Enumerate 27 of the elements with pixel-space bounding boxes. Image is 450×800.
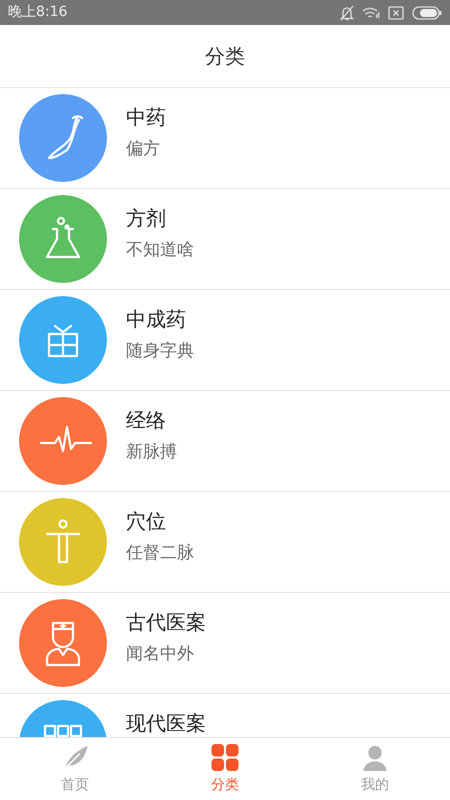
battery-icon bbox=[412, 6, 442, 20]
bell-off-icon bbox=[340, 4, 354, 20]
category-item[interactable]: 古代医案 闻名中外 bbox=[0, 593, 450, 694]
person-icon bbox=[361, 744, 389, 771]
category-title: 经络 bbox=[126, 408, 167, 432]
category-title: 中药 bbox=[126, 105, 166, 129]
wifi-icon bbox=[362, 6, 380, 19]
category-subtitle: 偏方 bbox=[126, 139, 161, 160]
category-subtitle: 随身字典 bbox=[126, 341, 194, 362]
category-item[interactable]: 方剂 不知道啥 bbox=[0, 189, 450, 290]
category-item[interactable]: 中成药 随身字典 bbox=[0, 290, 450, 391]
category-title: 中成药 bbox=[126, 307, 187, 331]
category-subtitle: 不知道啥 bbox=[126, 240, 194, 260]
grid-icon bbox=[211, 744, 239, 771]
category-item[interactable]: 中药 偏方 bbox=[0, 88, 450, 189]
category-title: 现代医案 bbox=[126, 711, 206, 735]
category-title: 穴位 bbox=[126, 509, 167, 533]
status-time: 晚上8:16 bbox=[8, 3, 68, 22]
sim-error-icon bbox=[388, 6, 404, 20]
category-title: 方剂 bbox=[126, 206, 167, 230]
category-item[interactable]: 穴位 任督二脉 bbox=[0, 492, 450, 593]
category-subtitle: 新脉搏 bbox=[126, 442, 177, 462]
category-title: 古代医案 bbox=[126, 610, 206, 634]
category-subtitle: 闻名中外 bbox=[126, 644, 195, 664]
category-item[interactable]: 经络 新脉搏 bbox=[0, 391, 450, 492]
page-title: 分类 bbox=[205, 43, 245, 70]
category-subtitle: 任督二脉 bbox=[126, 543, 194, 564]
